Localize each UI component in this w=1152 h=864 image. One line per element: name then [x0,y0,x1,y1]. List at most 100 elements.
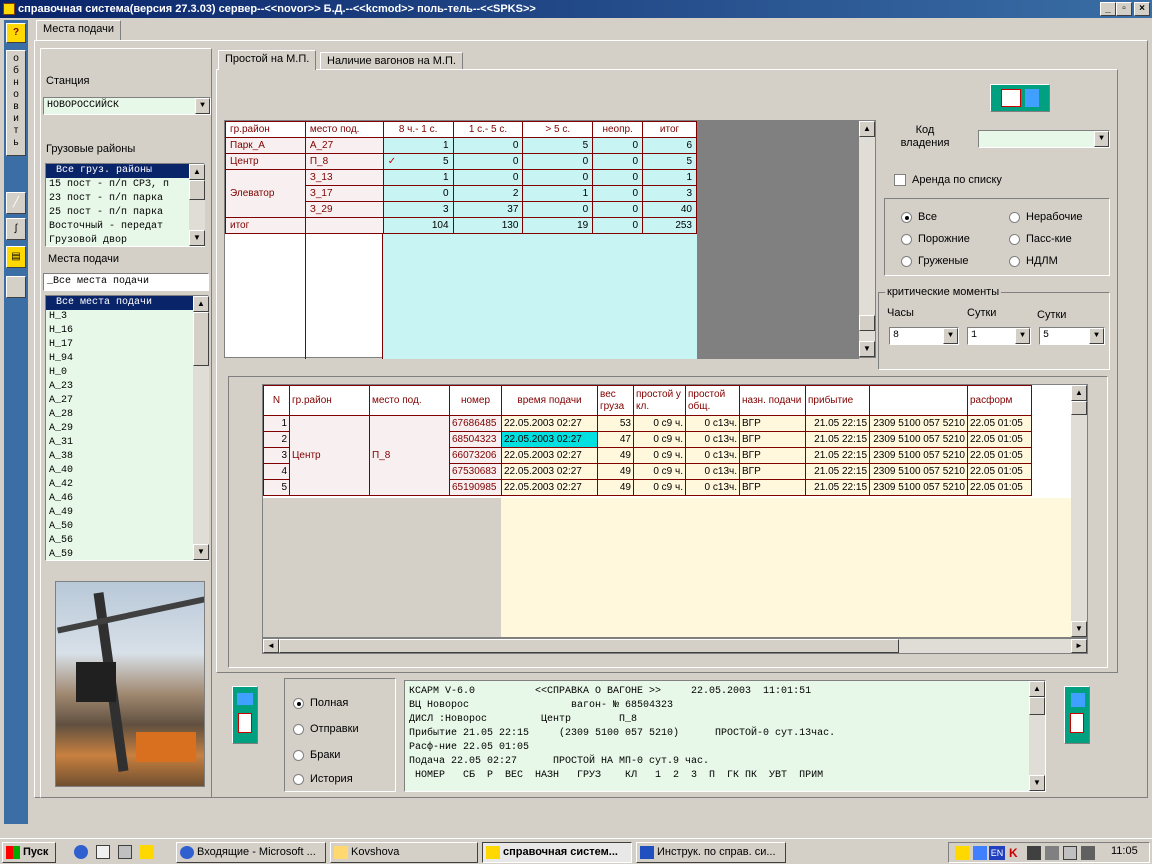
ownership-select[interactable]: ▼ [978,130,1110,148]
list-item[interactable]: Н_17 [46,338,208,352]
tab-downtime[interactable]: Простой на М.П. [218,50,317,70]
column-header[interactable]: простой общ. [685,385,740,416]
value-cell[interactable]: 2 [452,185,524,202]
value-cell[interactable]: 5 [642,153,697,170]
column-header[interactable]: вес груза [597,385,634,416]
list-item[interactable]: А_56 [46,534,208,548]
scroll-up-icon[interactable]: ▲ [189,164,205,180]
table-row[interactable]: Центр П_8 ✓ 5 0 0 0 5 [225,153,697,170]
radio-defects[interactable]: Браки [293,749,340,761]
radio-defects-dot[interactable] [293,749,304,761]
list-item[interactable]: А_27 [46,394,208,408]
summary-scrollbar[interactable]: ▲ ▼ [859,121,875,357]
table-row[interactable]: Парк_А А_27 1 0 5 0 6 [225,137,697,154]
column-header[interactable]: итог [642,121,697,138]
place-cell[interactable]: А_27 [304,137,384,154]
refresh-button[interactable]: обновить [6,50,26,156]
value-cell[interactable]: 0 [452,153,524,170]
value-cell[interactable]: 0 [382,185,454,202]
list-item[interactable]: Н_0 [46,366,208,380]
line-tool-icon[interactable]: ∫ [6,218,26,240]
radio-passenger-dot[interactable] [1009,233,1020,245]
task-instructions[interactable]: Инструк. по справ. си... [636,842,786,863]
supply-time[interactable]: 22.05.2003 02:27 [501,415,598,432]
place-cell[interactable]: З_29 [304,201,384,218]
radio-full-dot[interactable] [293,697,304,709]
radio-shipments-dot[interactable] [293,723,304,735]
days2-select[interactable]: 5 ▼ [1039,327,1105,345]
list-item[interactable]: 25 пост - п/п парка [46,206,204,220]
antivirus-icon[interactable]: K [1009,846,1023,860]
column-header[interactable]: прибытие [805,385,870,416]
radio-history-dot[interactable] [293,773,304,785]
network-icon[interactable] [973,846,987,860]
radio-loaded-dot[interactable] [901,255,912,267]
outlook-icon[interactable] [118,845,132,859]
scroll-thumb[interactable] [1071,401,1087,415]
wagons-scrollbar[interactable]: ▲ ▼ [1071,385,1087,637]
scroll-thumb[interactable] [189,180,205,200]
list-item[interactable]: Грузовой двор [46,234,204,246]
radio-ndlm[interactable]: НДЛМ [1009,255,1058,267]
chevron-down-icon[interactable]: ▼ [943,328,958,344]
list-item[interactable]: Все груз. районы [46,164,204,178]
value-cell[interactable]: ✓ 5 [382,153,454,170]
value-cell[interactable]: 0 [522,169,594,186]
radio-nonworking-dot[interactable] [1009,211,1020,223]
blank-tool-button[interactable] [6,276,26,298]
list-item[interactable]: Н_3 [46,310,208,324]
tray-icon-4[interactable] [1063,846,1077,860]
value-cell[interactable]: 0 [592,201,644,218]
column-header[interactable]: N [263,385,290,416]
pen-tool-icon[interactable]: ╱ [6,192,26,214]
rent-checkbox[interactable] [894,174,906,186]
value-cell[interactable]: 6 [642,137,697,154]
start-button[interactable]: Пуск [2,842,56,863]
supply-time[interactable]: 22.05.2003 02:27 [501,479,598,496]
column-header[interactable]: расформ [967,385,1032,416]
column-header[interactable]: > 5 с. [522,121,594,138]
radio-all-dot[interactable] [901,211,912,223]
list-item[interactable]: А_42 [46,478,208,492]
list-item[interactable]: А_23 [46,380,208,394]
places-scrollbar[interactable]: ▲ ▼ [193,296,209,560]
list-item[interactable]: 23 пост - п/п парка [46,192,204,206]
column-header[interactable]: 8 ч.- 1 с. [382,121,454,138]
scroll-thumb[interactable] [193,312,209,366]
value-cell[interactable]: 1 [522,185,594,202]
scroll-down-icon[interactable]: ▼ [1029,775,1045,791]
list-item[interactable]: Н_94 [46,352,208,366]
list-item[interactable]: А_49 [46,506,208,520]
cargo-districts-list[interactable]: Все груз. районы 15 пост - п/п СРЗ, п 23 п… [45,163,205,247]
report-right-button[interactable] [1064,686,1090,744]
column-header[interactable]: гр.район [225,121,306,138]
scroll-up-icon[interactable]: ▲ [193,296,209,312]
chevron-down-icon[interactable]: ▼ [195,98,210,114]
place-cell[interactable]: З_17 [304,185,384,202]
radio-empty[interactable]: Порожние [901,233,970,245]
wagons-hscrollbar[interactable]: ◄ ► [262,638,1088,654]
list-item[interactable]: Все места подачи [46,296,208,310]
list-item[interactable]: А_28 [46,408,208,422]
wagon-number[interactable]: 67686485 [449,415,502,432]
scroll-down-icon[interactable]: ▼ [859,341,875,357]
wagon-number[interactable]: 67530683 [449,463,502,480]
restore-button[interactable]: ▫ [1116,2,1132,16]
value-cell[interactable]: 0 [522,201,594,218]
chevron-down-icon[interactable]: ▼ [1089,328,1104,344]
list-item[interactable]: А_59 [46,548,208,560]
scroll-up-icon[interactable]: ▲ [859,121,875,137]
list-item[interactable]: Восточный - передат [46,220,204,234]
task-inbox[interactable]: Входящие - Microsoft ... [176,842,326,863]
tab-places[interactable]: Места подачи [36,20,121,40]
list-item[interactable]: А_29 [46,422,208,436]
report-scrollbar[interactable]: ▲ ▼ [1029,681,1045,791]
column-header[interactable]: место под. [304,121,384,138]
scroll-up-icon[interactable]: ▲ [1029,681,1045,697]
column-header[interactable]: время подачи [501,385,598,416]
column-header[interactable]: неопр. [592,121,644,138]
radio-ndlm-dot[interactable] [1009,255,1020,267]
radio-passenger[interactable]: Пасс-кие [1009,233,1072,245]
value-cell[interactable]: 0 [592,169,644,186]
places-filter-field[interactable]: _Все места подачи [43,273,209,291]
